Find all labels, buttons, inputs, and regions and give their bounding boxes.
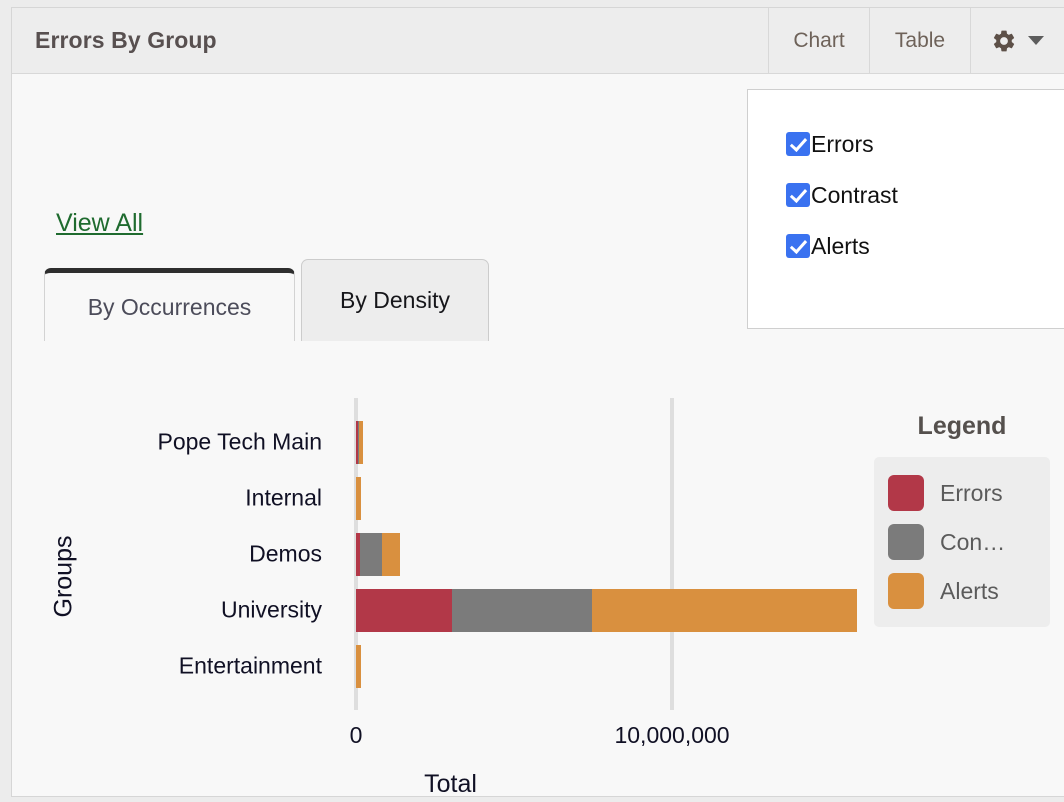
checkbox-checked-icon[interactable] xyxy=(786,183,810,207)
page-title: Errors By Group xyxy=(35,27,217,53)
chevron-down-icon xyxy=(1028,36,1044,45)
bar-segment[interactable] xyxy=(356,476,362,520)
bar-group[interactable] xyxy=(356,644,362,688)
legend-item-label: Con… xyxy=(940,528,1006,555)
card-header: Errors By Group Chart Table xyxy=(12,8,1064,74)
view-all-link[interactable]: View All xyxy=(56,209,143,238)
y-axis-tick: Internal xyxy=(245,484,322,511)
errors-by-group-card: Errors By Group Chart Table View All By … xyxy=(11,7,1064,799)
bar-segment[interactable] xyxy=(356,588,453,632)
settings-option-label: Contrast xyxy=(811,181,898,208)
settings-dropdown-button[interactable] xyxy=(970,8,1064,73)
settings-option-label: Alerts xyxy=(811,232,870,259)
legend-swatch-icon xyxy=(888,475,924,511)
settings-option-errors[interactable]: Errors xyxy=(786,130,1064,157)
bar-segment[interactable] xyxy=(452,588,593,632)
tab-by-occurrences[interactable]: By Occurrences xyxy=(44,268,295,341)
y-axis-label: Groups xyxy=(49,535,78,618)
checkbox-checked-icon[interactable] xyxy=(786,132,810,156)
legend-items: Errors Con… Alerts xyxy=(874,457,1050,627)
x-axis-tick: 0 xyxy=(349,722,363,748)
checkbox-checked-icon[interactable] xyxy=(786,234,810,258)
legend-swatch-icon xyxy=(888,524,924,560)
chart-view-button[interactable]: Chart xyxy=(768,8,869,73)
tab-by-density[interactable]: By Density xyxy=(301,259,489,341)
x-axis-label-text: Total xyxy=(424,770,477,798)
bar-segment[interactable] xyxy=(359,420,363,464)
legend-item-label: Alerts xyxy=(940,577,999,604)
legend-item-label: Errors xyxy=(940,479,1003,506)
y-axis-tick: Pope Tech Main xyxy=(157,428,322,455)
chart-tabs: By Occurrences By Density xyxy=(44,259,489,341)
chart-legend: Legend Errors Con… Alerts xyxy=(874,412,1050,627)
legend-item[interactable]: Alerts xyxy=(888,573,1036,609)
legend-swatch-icon xyxy=(888,573,924,609)
settings-option-alerts[interactable]: Alerts xyxy=(786,232,1064,259)
bar-segment[interactable] xyxy=(592,588,857,632)
y-axis-tick: University xyxy=(221,596,322,623)
settings-option-label: Errors xyxy=(811,130,874,157)
table-view-button[interactable]: Table xyxy=(869,8,970,73)
bar-group[interactable] xyxy=(356,476,362,520)
y-axis-tick: Entertainment xyxy=(178,652,322,679)
settings-option-contrast[interactable]: Contrast xyxy=(786,181,1064,208)
gear-icon xyxy=(991,28,1017,54)
bar-group[interactable] xyxy=(356,420,363,464)
bar-segment[interactable] xyxy=(356,644,362,688)
gridline xyxy=(670,398,675,710)
bar-group[interactable] xyxy=(356,532,400,576)
x-axis-label: Total xyxy=(12,770,1064,799)
bar-segment[interactable] xyxy=(381,532,400,576)
legend-item[interactable]: Errors xyxy=(888,475,1036,511)
legend-title: Legend xyxy=(917,412,1007,440)
y-axis-tick: Demos xyxy=(249,540,322,567)
x-axis-tick: 10,000,000 xyxy=(614,722,730,748)
settings-dropdown-panel: Errors Contrast Alerts xyxy=(747,89,1064,329)
bar-segment[interactable] xyxy=(360,532,382,576)
bar-group[interactable] xyxy=(356,588,857,632)
legend-item[interactable]: Con… xyxy=(888,524,1036,560)
